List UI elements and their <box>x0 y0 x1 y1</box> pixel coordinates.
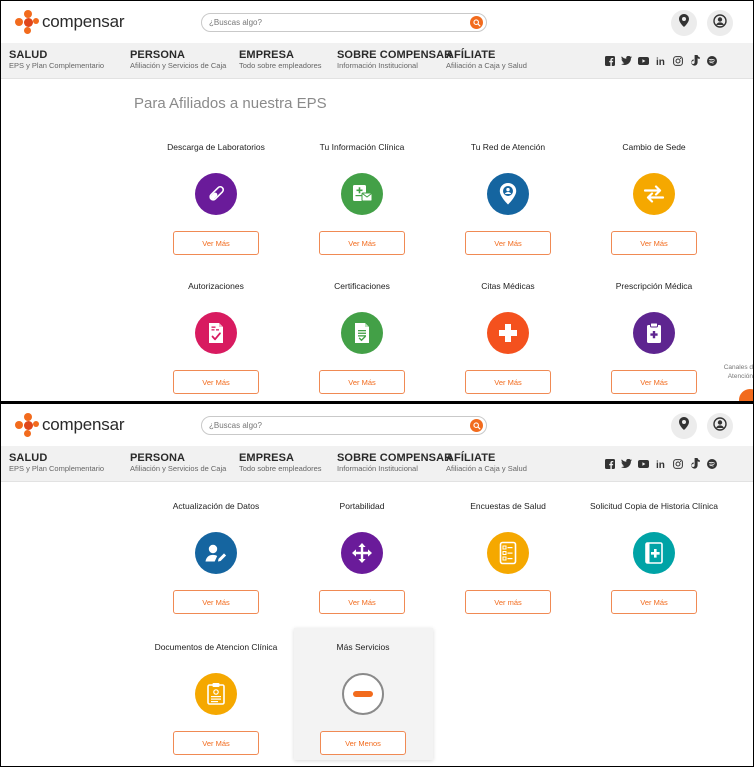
twitter-icon[interactable] <box>621 55 632 66</box>
chat-fab-icon[interactable] <box>739 389 753 401</box>
top-bar: compensar <box>1 1 753 43</box>
compensar-logo[interactable]: compensar <box>15 413 124 437</box>
nav-item-persona[interactable]: PERSONA Afiliación y Servicios de Caja <box>130 452 226 474</box>
card-autorizaciones: Autorizaciones Ver Más <box>151 280 281 394</box>
nav-item-afiliate[interactable]: AFÍLIATE Afiliación a Caja y Salud <box>446 49 527 71</box>
prescription-clipboard-icon <box>633 312 675 354</box>
search-box[interactable] <box>201 416 487 435</box>
nav-item-sobre-compensar[interactable]: SOBRE COMPENSAR Información Instituciona… <box>337 49 452 71</box>
medical-record-icon <box>633 532 675 574</box>
logo-text: compensar <box>42 415 125 434</box>
card-copia-historia-clinica: Solicitud Copia de Historia Clínica Ver … <box>589 500 719 614</box>
card-mas-servicios: Más Servicios Ver Menos <box>298 641 428 755</box>
ver-mas-button[interactable]: Ver Más <box>173 590 259 614</box>
top-bar: compensar <box>1 404 753 446</box>
location-pin-icon <box>679 417 689 435</box>
social-links: in <box>604 458 717 469</box>
survey-doc-icon <box>487 532 529 574</box>
card-actualizacion-datos: Actualización de Datos Ver Más <box>151 500 281 614</box>
user-account-button[interactable] <box>707 413 733 439</box>
spotify-icon[interactable] <box>706 458 717 469</box>
ver-mas-button[interactable]: Ver más <box>465 590 551 614</box>
ver-mas-button[interactable]: Ver Más <box>319 231 405 255</box>
user-icon <box>713 416 727 436</box>
social-links: in <box>604 55 717 66</box>
linkedin-icon[interactable]: in <box>655 55 666 66</box>
search-icon[interactable] <box>470 419 483 432</box>
nav-item-afiliate[interactable]: AFÍLIATE Afiliación a Caja y Salud <box>446 452 527 474</box>
compensar-logo[interactable]: compensar <box>15 10 124 34</box>
swap-arrows-icon <box>633 173 675 215</box>
logo-text: compensar <box>42 12 125 31</box>
card-portabilidad: Portabilidad Ver Más <box>297 500 427 614</box>
card-prescripcion-medica: Prescripción Médica Ver Más <box>589 280 719 394</box>
ver-mas-button[interactable]: Ver Más <box>319 370 405 394</box>
screenshot-top: compensar SALUD EPS y Plan Complementari… <box>0 0 754 402</box>
ver-mas-button[interactable]: Ver Más <box>611 231 697 255</box>
twitter-icon[interactable] <box>621 458 632 469</box>
card-informacion-clinica: Tu Información Clínica Ver Más <box>297 141 427 255</box>
card-cambio-sede: Cambio de Sede Ver Más <box>589 141 719 255</box>
certificate-doc-icon <box>341 312 383 354</box>
card-documentos-atencion: Documentos de Atencion Clínica Ver Más <box>151 641 281 755</box>
ver-mas-button[interactable]: Ver Más <box>173 731 259 755</box>
search-input[interactable] <box>202 14 462 31</box>
nav-item-empresa[interactable]: EMPRESA Todo sobre empleadores <box>239 452 322 474</box>
medical-cross-icon <box>487 312 529 354</box>
minus-circle-icon[interactable] <box>342 673 384 715</box>
location-network-icon <box>487 173 529 215</box>
location-button[interactable] <box>671 10 697 36</box>
youtube-icon[interactable] <box>638 55 649 66</box>
svg-text:in: in <box>656 460 665 469</box>
instagram-icon[interactable] <box>672 55 683 66</box>
authorization-doc-icon <box>195 312 237 354</box>
ver-mas-button[interactable]: Ver Más <box>465 231 551 255</box>
user-edit-icon <box>195 532 237 574</box>
clinical-clipboard-icon <box>195 673 237 715</box>
spotify-icon[interactable] <box>706 55 717 66</box>
facebook-icon[interactable] <box>604 55 615 66</box>
clinical-info-icon <box>341 173 383 215</box>
nav-item-salud[interactable]: SALUD EPS y Plan Complementario <box>9 452 104 474</box>
ver-mas-button[interactable]: Ver Más <box>611 590 697 614</box>
section-title: Para Afiliados a nuestra EPS <box>134 95 327 112</box>
user-account-button[interactable] <box>707 10 733 36</box>
move-arrows-icon <box>341 532 383 574</box>
youtube-icon[interactable] <box>638 458 649 469</box>
ver-mas-button[interactable]: Ver Más <box>173 231 259 255</box>
screenshot-bottom: compensar SALUD EPS y Plan Complementari… <box>0 402 754 767</box>
search-box[interactable] <box>201 13 487 32</box>
svg-text:in: in <box>656 57 665 66</box>
ver-mas-button[interactable]: Ver Más <box>173 370 259 394</box>
card-encuestas-salud: Encuestas de Salud Ver más <box>443 500 573 614</box>
card-descarga-laboratorios: Descarga de Laboratorios Ver Más <box>151 141 281 255</box>
canales-atencion-label[interactable]: Canales d Atención <box>724 363 753 381</box>
card-certificaciones: Certificaciones Ver Más <box>297 280 427 394</box>
card-red-atencion: Tu Red de Atención Ver Más <box>443 141 573 255</box>
linkedin-icon[interactable]: in <box>655 458 666 469</box>
tiktok-icon[interactable] <box>689 55 700 66</box>
tiktok-icon[interactable] <box>689 458 700 469</box>
search-icon[interactable] <box>470 16 483 29</box>
nav-item-salud[interactable]: SALUD EPS y Plan Complementario <box>9 49 104 71</box>
test-tube-icon <box>195 173 237 215</box>
card-citas-medicas: Citas Médicas Ver Más <box>443 280 573 394</box>
main-nav: SALUD EPS y Plan Complementario PERSONA … <box>1 43 753 79</box>
facebook-icon[interactable] <box>604 458 615 469</box>
ver-menos-button[interactable]: Ver Menos <box>320 731 406 755</box>
search-input[interactable] <box>202 417 462 434</box>
ver-mas-button[interactable]: Ver Más <box>465 370 551 394</box>
logo-mark-icon <box>15 413 39 437</box>
instagram-icon[interactable] <box>672 458 683 469</box>
nav-item-sobre-compensar[interactable]: SOBRE COMPENSAR Información Instituciona… <box>337 452 452 474</box>
nav-item-empresa[interactable]: EMPRESA Todo sobre empleadores <box>239 49 322 71</box>
main-nav: SALUD EPS y Plan Complementario PERSONA … <box>1 446 753 482</box>
user-icon <box>713 13 727 33</box>
ver-mas-button[interactable]: Ver Más <box>611 370 697 394</box>
location-pin-icon <box>679 14 689 32</box>
location-button[interactable] <box>671 413 697 439</box>
logo-mark-icon <box>15 10 39 34</box>
ver-mas-button[interactable]: Ver Más <box>319 590 405 614</box>
nav-item-persona[interactable]: PERSONA Afiliación y Servicios de Caja <box>130 49 226 71</box>
